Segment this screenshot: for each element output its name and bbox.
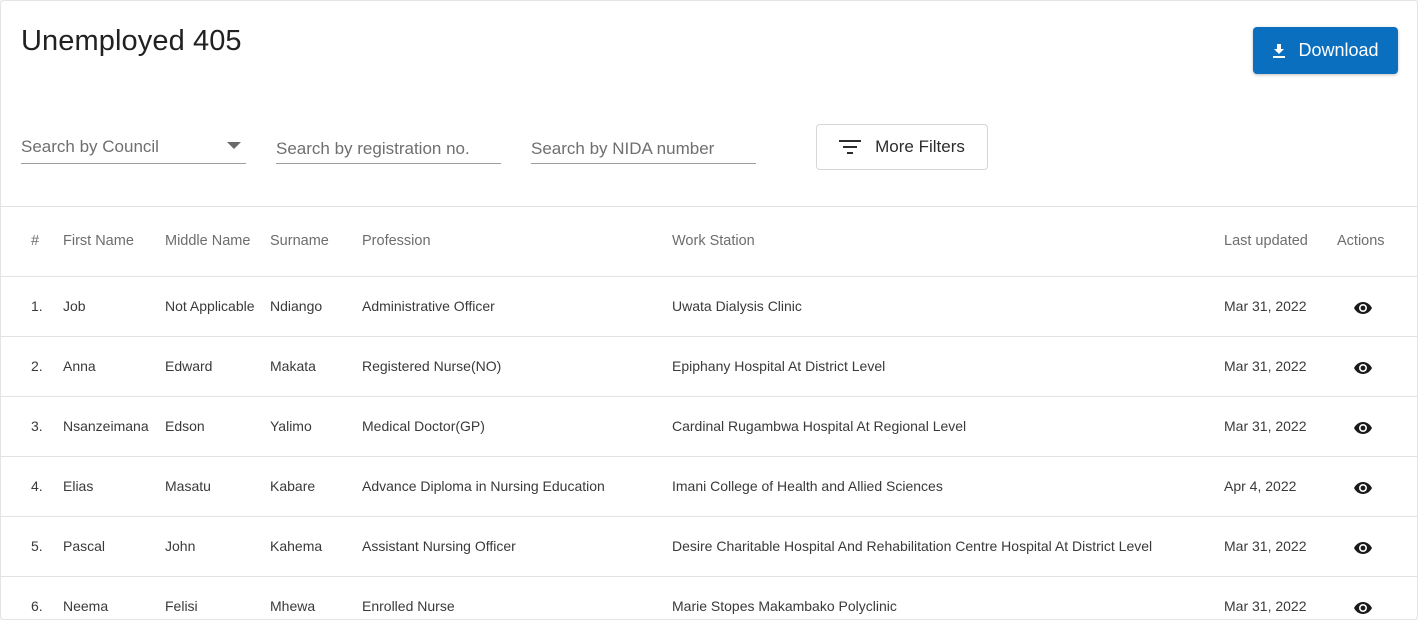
row-number: 3. [31,418,43,434]
registration-input[interactable] [276,129,501,163]
column-header-surname[interactable]: Surname [270,233,329,249]
middle-name-cell: Not Applicable [165,298,255,314]
last-updated-cell: Mar 31, 2022 [1224,418,1307,434]
work-station-cell: Uwata Dialysis Clinic [672,298,802,314]
middle-name-cell: Masatu [165,478,211,494]
column-header-middle-name[interactable]: Middle Name [165,233,250,249]
profession-cell: Registered Nurse(NO) [362,358,502,374]
column-header-first-name[interactable]: First Name [63,233,134,249]
page-title: Unemployed 405 [21,25,242,57]
middle-name-cell: Felisi [165,598,198,614]
surname-cell: Mhewa [270,598,316,614]
first-name-cell: Nsanzeimana [63,418,149,434]
work-station-cell: Cardinal Rugambwa Hospital At Regional L… [672,418,967,434]
row-number: 1. [31,298,43,314]
last-updated-cell: Mar 31, 2022 [1224,358,1307,374]
caret-down-icon [227,142,241,149]
row-number: 4. [31,478,43,494]
middle-name-cell: Edward [165,358,213,374]
column-header-work-station[interactable]: Work Station [672,233,755,249]
row-number: 5. [31,538,43,554]
row-divider [1,456,1417,457]
work-station-cell: Imani College of Health and Allied Scien… [672,478,943,494]
first-name-cell: Elias [63,478,94,494]
column-header-profession[interactable]: Profession [362,233,431,249]
eye-icon[interactable] [1354,542,1372,554]
nida-input[interactable] [531,129,756,163]
profession-cell: Enrolled Nurse [362,598,455,614]
surname-cell: Kabare [270,478,316,494]
profession-cell: Advance Diploma in Nursing Education [362,478,605,494]
last-updated-cell: Mar 31, 2022 [1224,298,1307,314]
download-label: Download [1298,40,1379,60]
more-filters-label: More Filters [875,137,965,156]
first-name-cell: Anna [63,358,96,374]
surname-cell: Ndiango [270,298,323,314]
work-station-cell: Marie Stopes Makambako Polyclinic [672,598,897,614]
filter-list-icon [839,140,862,154]
column-header-last-updated[interactable]: Last updated [1224,233,1308,249]
eye-icon[interactable] [1354,362,1372,374]
middle-name-cell: John [165,538,196,554]
row-divider [1,336,1417,337]
row-divider [1,576,1417,577]
last-updated-cell: Mar 31, 2022 [1224,538,1307,554]
profession-cell: Administrative Officer [362,298,495,314]
download-icon [1273,43,1286,58]
council-select[interactable]: Search by Council [21,129,246,164]
surname-cell: Makata [270,358,316,374]
column-header-number: # [31,233,40,249]
last-updated-cell: Mar 31, 2022 [1224,598,1307,614]
header-divider [1,276,1417,277]
middle-name-cell: Edson [165,418,205,434]
work-station-cell: Epiphany Hospital At District Level [672,358,886,374]
row-number: 6. [31,598,43,614]
surname-cell: Kahema [270,538,323,554]
eye-icon[interactable] [1354,302,1372,314]
nida-field [531,129,756,164]
work-station-cell: Desire Charitable Hospital And Rehabilit… [672,538,1153,554]
profession-cell: Medical Doctor(GP) [362,418,485,434]
last-updated-cell: Apr 4, 2022 [1224,478,1297,494]
table-top-divider [1,206,1417,207]
first-name-cell: Neema [63,598,109,614]
eye-icon[interactable] [1354,482,1372,494]
unemployed-panel: Unemployed 405 Download Search by Counci… [0,0,1418,620]
eye-icon[interactable] [1354,422,1372,434]
council-select-placeholder: Search by Council [21,137,159,156]
eye-icon[interactable] [1354,602,1372,614]
download-button[interactable]: Download [1253,27,1398,74]
first-name-cell: Pascal [63,538,106,554]
row-divider [1,396,1417,397]
more-filters-button[interactable]: More Filters [816,124,988,170]
row-number: 2. [31,358,43,374]
first-name-cell: Job [63,298,86,314]
row-divider [1,516,1417,517]
profession-cell: Assistant Nursing Officer [362,538,516,554]
surname-cell: Yalimo [270,418,312,434]
registration-field [276,129,501,164]
column-header-actions: Actions [1337,233,1385,249]
